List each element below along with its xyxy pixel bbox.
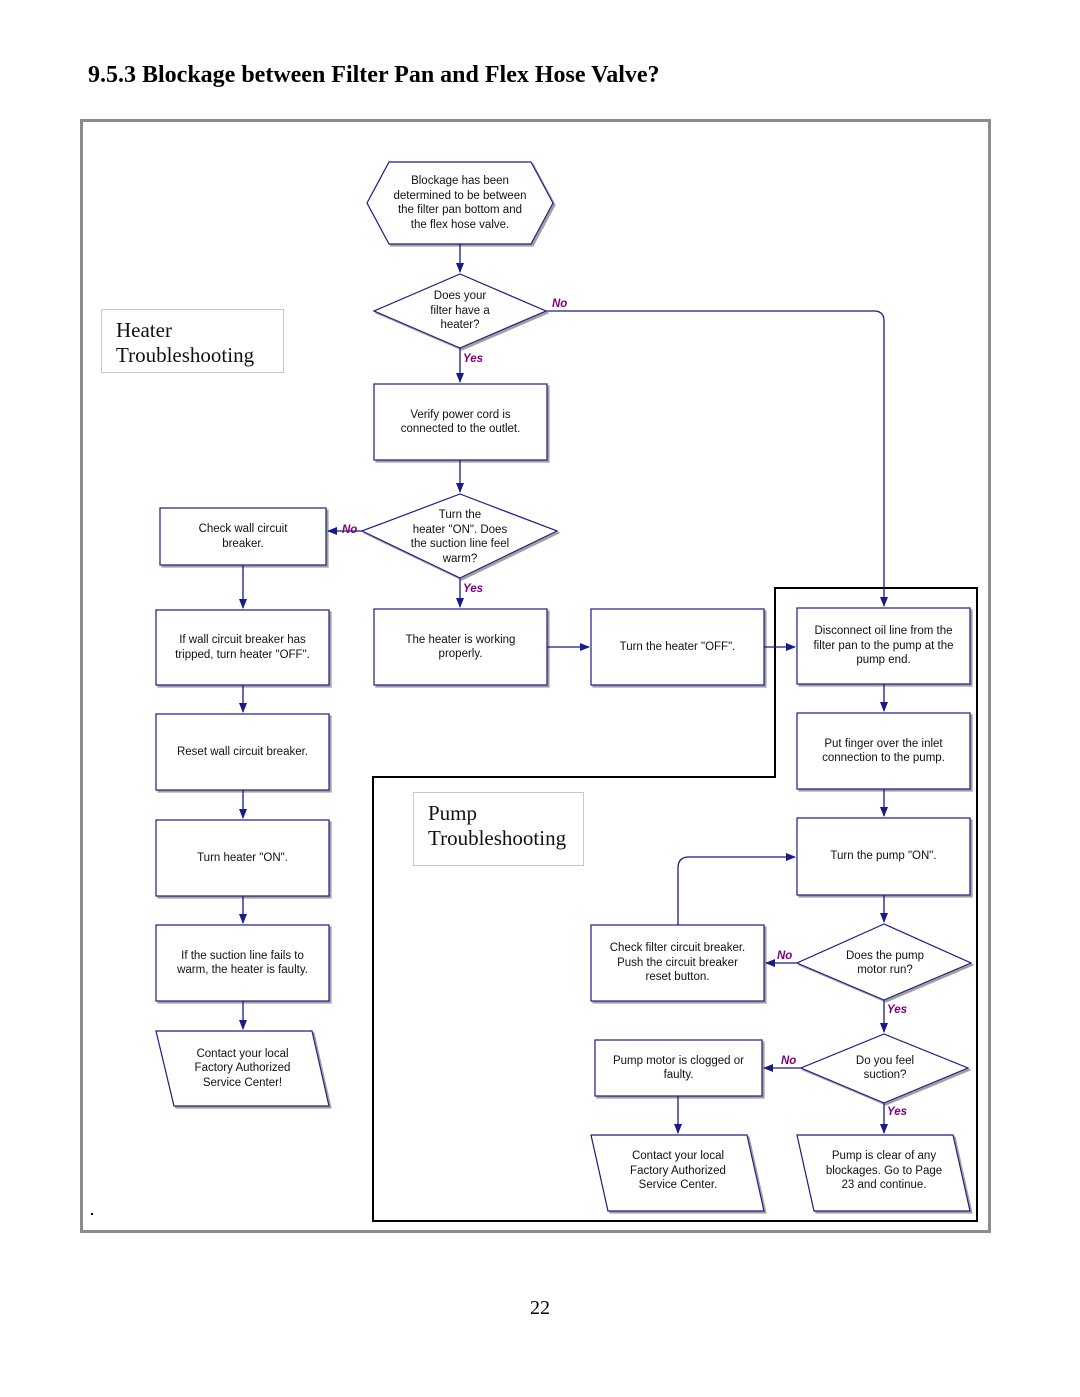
contact-service-2-node: Contact your local Factory Authorized Se… [630, 1150, 726, 1192]
has-heater-yes-label: Yes [463, 353, 484, 365]
heater-faulty-node: If the suction line fails to warm, the h… [177, 949, 308, 977]
if-tripped-node: If wall circuit breaker has tripped, tur… [175, 634, 310, 661]
feel-suction-yes-label: Yes [887, 1106, 908, 1118]
disconnect-oil-line-node: Disconnect oil line from the filter pan … [813, 625, 954, 667]
feel-suction-decision: Do you feel suction? [855, 1054, 915, 1082]
has-heater-no-label: No [552, 298, 568, 310]
verify-cord-node: Verify power cord is connected to the ou… [400, 408, 521, 436]
turn-heater-on-node: Turn heater "ON". [197, 851, 288, 864]
pump-clear-node: Pump is clear of any blockages. Go to Pa… [825, 1150, 943, 1192]
edge-filter-breaker-to-pump-on [677, 853, 796, 925]
reset-wall-breaker-node: Reset wall circuit breaker. [176, 745, 309, 758]
suction-warm-no-label: No [342, 524, 358, 536]
finger-inlet-node: Put finger over the inlet connection to … [822, 737, 945, 765]
heater-troubleshooting-label: Heater Troubleshooting [101, 309, 284, 373]
turn-pump-on-node: Turn the pump "ON". [830, 850, 937, 863]
heater-working-node: The heater is working properly. [405, 633, 516, 661]
feel-suction-no-label: No [781, 1055, 797, 1067]
pump-clogged-node: Pump motor is clogged or faulty. [612, 1054, 745, 1082]
contact-service-1-node: Contact your local Factory Authorized Se… [194, 1047, 291, 1089]
suction-warm-decision: Turn the heater "ON". Does the suction l… [410, 509, 510, 565]
turn-heater-off-node: Turn the heater "OFF". [619, 640, 736, 653]
edge-has-heater-no [546, 310, 888, 607]
has-heater-decision: Does your filter have a heater? [430, 290, 490, 332]
page-number: 22 [530, 1297, 550, 1319]
stray-mark [91, 1213, 93, 1215]
pump-motor-run-no-label: No [777, 950, 793, 962]
check-wall-breaker-node: Check wall circuit breaker. [198, 523, 288, 550]
pump-motor-run-decision: Does the pump motor run? [846, 949, 924, 977]
check-filter-breaker-node: Check filter circuit breaker. Push the c… [609, 942, 746, 984]
start-node: Blockage has been determined to be betwe… [393, 175, 527, 231]
suction-warm-yes-label: Yes [463, 583, 484, 595]
pump-troubleshooting-label: Pump Troubleshooting [413, 792, 584, 866]
pump-motor-run-yes-label: Yes [887, 1004, 908, 1016]
